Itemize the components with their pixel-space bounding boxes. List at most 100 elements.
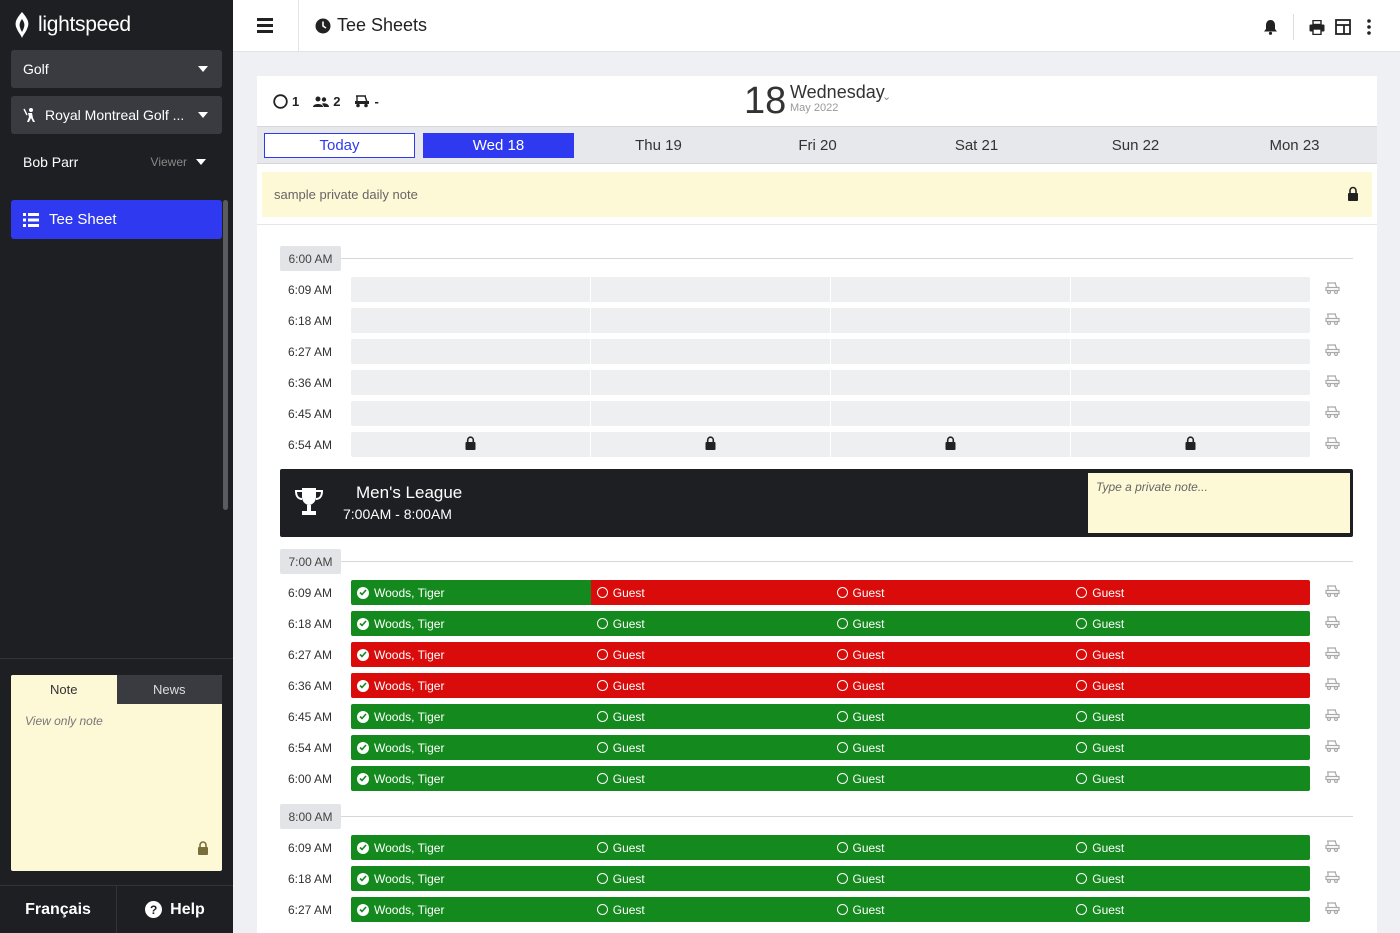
empty-slot[interactable]: [1071, 277, 1310, 302]
day-tab[interactable]: Thu 19: [583, 133, 734, 158]
guest-slot[interactable]: Guest: [1070, 673, 1310, 698]
lightspeed-logo[interactable]: lightspeed: [12, 10, 131, 40]
date-number[interactable]: 18: [744, 80, 786, 123]
guest-slot[interactable]: Guest: [590, 766, 831, 791]
golf-cart-icon[interactable]: [1325, 437, 1340, 452]
guest-slot[interactable]: Guest: [590, 642, 831, 667]
golf-cart-icon[interactable]: [1325, 375, 1340, 390]
golf-cart-icon[interactable]: [1325, 585, 1340, 600]
empty-slot[interactable]: [591, 401, 831, 426]
tab-news[interactable]: News: [116, 675, 222, 704]
guest-slot[interactable]: Guest: [1070, 611, 1310, 636]
empty-slot[interactable]: [591, 308, 831, 333]
empty-slot[interactable]: [591, 277, 831, 302]
bell-icon[interactable]: [1257, 16, 1283, 38]
empty-slot[interactable]: [591, 339, 831, 364]
guest-slot[interactable]: Guest: [1070, 897, 1310, 922]
player-slot[interactable]: Woods, Tiger: [351, 897, 591, 922]
empty-slot[interactable]: [831, 277, 1071, 302]
empty-slot[interactable]: [1071, 370, 1310, 395]
guest-slot[interactable]: Guest: [1070, 835, 1310, 860]
chevron-down-icon[interactable]: ⌄: [882, 90, 891, 103]
guest-slot[interactable]: Guest: [590, 897, 831, 922]
golf-cart-icon[interactable]: [1325, 709, 1340, 724]
guest-slot[interactable]: Guest: [590, 611, 831, 636]
empty-slot[interactable]: [831, 432, 1071, 457]
day-tab[interactable]: Fri 20: [742, 133, 893, 158]
golf-cart-icon[interactable]: [1325, 840, 1340, 855]
guest-slot[interactable]: Guest: [1070, 642, 1310, 667]
empty-slot[interactable]: [351, 432, 591, 457]
guest-slot[interactable]: Guest: [1070, 580, 1310, 605]
nav-item-tee-sheet[interactable]: Tee Sheet: [11, 200, 222, 239]
guest-slot[interactable]: Guest: [590, 704, 831, 729]
day-tab[interactable]: Mon 23: [1219, 133, 1370, 158]
help-button[interactable]: ? Help: [116, 886, 233, 933]
empty-slot[interactable]: [591, 432, 831, 457]
golf-cart-icon[interactable]: [1325, 771, 1340, 786]
golf-cart-icon[interactable]: [1325, 678, 1340, 693]
guest-slot[interactable]: Guest: [590, 580, 831, 605]
guest-slot[interactable]: Guest: [590, 673, 831, 698]
guest-slot[interactable]: Guest: [1070, 735, 1310, 760]
module-select[interactable]: Golf: [11, 50, 222, 88]
menu-icon[interactable]: [257, 18, 273, 34]
guest-slot[interactable]: Guest: [1070, 866, 1310, 891]
layout-icon[interactable]: [1330, 16, 1356, 38]
event-note-input[interactable]: Type a private note...: [1088, 473, 1350, 533]
golf-cart-icon[interactable]: [1325, 282, 1340, 297]
guest-slot[interactable]: Guest: [830, 673, 1071, 698]
empty-slot[interactable]: [1071, 432, 1310, 457]
empty-slot[interactable]: [351, 277, 591, 302]
empty-slot[interactable]: [351, 339, 591, 364]
empty-slot[interactable]: [591, 370, 831, 395]
empty-slot[interactable]: [831, 370, 1071, 395]
golf-cart-icon[interactable]: [1325, 616, 1340, 631]
daily-note[interactable]: sample private daily note: [262, 172, 1372, 217]
guest-slot[interactable]: Guest: [830, 866, 1071, 891]
empty-slot[interactable]: [351, 401, 591, 426]
golf-cart-icon[interactable]: [1325, 871, 1340, 886]
guest-slot[interactable]: Guest: [830, 704, 1071, 729]
player-slot[interactable]: Woods, Tiger: [351, 735, 591, 760]
guest-slot[interactable]: Guest: [830, 835, 1071, 860]
player-slot[interactable]: Woods, Tiger: [351, 704, 591, 729]
golf-cart-icon[interactable]: [1325, 406, 1340, 421]
golf-cart-icon[interactable]: [1325, 313, 1340, 328]
print-icon[interactable]: [1304, 16, 1330, 38]
golf-cart-icon[interactable]: [1325, 902, 1340, 917]
empty-slot[interactable]: [1071, 401, 1310, 426]
sidebar-scrollbar[interactable]: [223, 200, 228, 510]
guest-slot[interactable]: Guest: [830, 611, 1071, 636]
golf-cart-icon[interactable]: [1325, 647, 1340, 662]
guest-slot[interactable]: Guest: [590, 866, 831, 891]
empty-slot[interactable]: [1071, 308, 1310, 333]
empty-slot[interactable]: [831, 308, 1071, 333]
guest-slot[interactable]: Guest: [830, 735, 1071, 760]
golf-cart-icon[interactable]: [1325, 740, 1340, 755]
day-tab[interactable]: Sat 21: [901, 133, 1052, 158]
guest-slot[interactable]: Guest: [1070, 704, 1310, 729]
player-slot[interactable]: Woods, Tiger: [351, 611, 591, 636]
empty-slot[interactable]: [1071, 339, 1310, 364]
guest-slot[interactable]: Guest: [830, 580, 1071, 605]
more-vertical-icon[interactable]: [1356, 16, 1382, 38]
event-block[interactable]: Men's League 7:00AM - 8:00AM Type a priv…: [280, 469, 1353, 537]
course-select[interactable]: Royal Montreal Golf ...: [11, 96, 222, 134]
empty-slot[interactable]: [831, 401, 1071, 426]
day-tab[interactable]: Wed 18: [423, 133, 574, 158]
guest-slot[interactable]: Guest: [830, 897, 1071, 922]
player-slot[interactable]: Woods, Tiger: [351, 766, 591, 791]
player-slot[interactable]: Woods, Tiger: [351, 835, 591, 860]
day-name[interactable]: Wednesday: [790, 82, 885, 103]
player-slot[interactable]: Woods, Tiger: [351, 673, 591, 698]
day-tab[interactable]: Today: [264, 133, 415, 158]
empty-slot[interactable]: [831, 339, 1071, 364]
guest-slot[interactable]: Guest: [830, 766, 1071, 791]
day-tab[interactable]: Sun 22: [1060, 133, 1211, 158]
player-slot[interactable]: Woods, Tiger: [351, 642, 591, 667]
empty-slot[interactable]: [351, 370, 591, 395]
player-slot[interactable]: Woods, Tiger: [351, 580, 591, 605]
user-menu[interactable]: Bob Parr Viewer: [23, 150, 211, 174]
tab-note[interactable]: Note: [11, 675, 117, 704]
